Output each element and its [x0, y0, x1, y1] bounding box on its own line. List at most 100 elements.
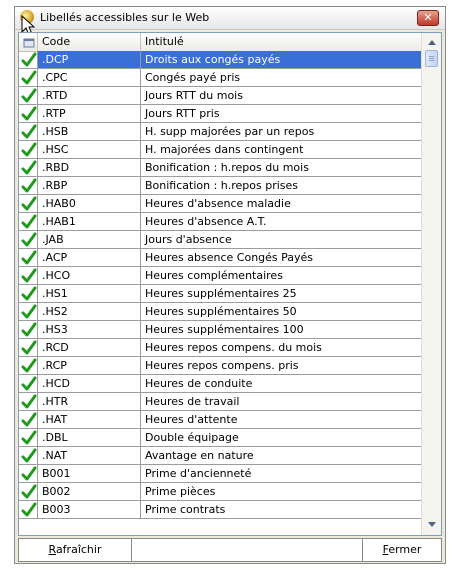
table-row[interactable]: .HAB1 Heures d'absence A.T. — [19, 213, 422, 231]
table-row[interactable]: .RBD Bonification : h.repos du mois — [19, 159, 422, 177]
cell-code: .DCP — [38, 51, 141, 69]
checkmark-icon — [21, 160, 37, 175]
checkmark-icon — [21, 214, 37, 229]
checkmark-icon — [21, 484, 37, 499]
checkmark-icon — [21, 448, 37, 463]
row-status-cell — [19, 267, 38, 285]
column-header-intitule[interactable]: Intitulé — [141, 33, 422, 51]
cell-intitule: Prime d'ancienneté — [141, 465, 422, 483]
row-status-cell — [19, 393, 38, 411]
table-row[interactable]: .RCD Heures repos compens. du mois — [19, 339, 422, 357]
table-row[interactable]: .CPC Congés payé pris — [19, 69, 422, 87]
table-row[interactable]: .HAT Heures d'attente — [19, 411, 422, 429]
cell-code: .ACP — [38, 249, 141, 267]
cell-intitule: Heures repos compens. du mois — [141, 339, 422, 357]
table-header-icon — [23, 38, 35, 48]
cell-intitule: Droits aux congés payés — [141, 51, 422, 69]
table-row[interactable]: .RCP Heures repos compens. pris — [19, 357, 422, 375]
table-row[interactable]: B001 Prime d'ancienneté — [19, 465, 422, 483]
checkmark-icon — [21, 466, 37, 481]
row-status-cell — [19, 375, 38, 393]
row-status-cell — [19, 105, 38, 123]
cell-intitule: Bonification : h.repos du mois — [141, 159, 422, 177]
row-status-cell — [19, 339, 38, 357]
cell-code: .HAT — [38, 411, 141, 429]
column-header-code[interactable]: Code — [38, 33, 141, 51]
table-row[interactable]: .HCD Heures de conduite — [19, 375, 422, 393]
close-button[interactable]: Fermer — [362, 538, 442, 562]
row-status-cell — [19, 483, 38, 501]
table-row[interactable]: .RTP Jours RTT pris — [19, 105, 422, 123]
table-row[interactable]: .HS2 Heures supplémentaires 50 — [19, 303, 422, 321]
row-status-cell — [19, 51, 38, 69]
window-title: Libellés accessibles sur le Web — [40, 11, 210, 24]
refresh-button[interactable]: Rafraîchir — [18, 538, 132, 562]
cell-code: .RTP — [38, 105, 141, 123]
table-row[interactable]: .JAB Jours d'absence — [19, 231, 422, 249]
cell-code: .HSC — [38, 141, 141, 159]
row-status-cell — [19, 447, 38, 465]
scroll-thumb[interactable] — [425, 50, 438, 67]
cell-intitule: Heures supplémentaires 25 — [141, 285, 422, 303]
row-status-cell — [19, 159, 38, 177]
checkmark-icon — [21, 196, 37, 211]
cell-code: B002 — [38, 483, 141, 501]
table-row[interactable]: .RTD Jours RTT du mois — [19, 87, 422, 105]
cell-intitule: Heures absence Congés Payés — [141, 249, 422, 267]
table-row[interactable]: .HSB H. supp majorées par un repos — [19, 123, 422, 141]
table-row[interactable]: .RBP Bonification : h.repos prises — [19, 177, 422, 195]
table-row[interactable]: .DBL Double équipage — [19, 429, 422, 447]
row-status-cell — [19, 123, 38, 141]
cell-intitule: Jours RTT du mois — [141, 87, 422, 105]
table-row[interactable]: .HAB0 Heures d'absence maladie — [19, 195, 422, 213]
table-row[interactable]: .DCP Droits aux congés payés — [19, 51, 422, 69]
title-bar[interactable]: Libellés accessibles sur le Web ✕ — [15, 7, 445, 30]
cell-code: .HS2 — [38, 303, 141, 321]
close-window-button[interactable]: ✕ — [417, 10, 439, 26]
cell-code: .DBL — [38, 429, 141, 447]
cell-intitule: Heures d'absence A.T. — [141, 213, 422, 231]
row-status-cell — [19, 321, 38, 339]
cell-intitule: Prime contrats — [141, 501, 422, 519]
cell-code: .CPC — [38, 69, 141, 87]
cell-intitule: Heures repos compens. pris — [141, 357, 422, 375]
cell-intitule: Heures d'absence maladie — [141, 195, 422, 213]
table-row[interactable]: .HS1 Heures supplémentaires 25 — [19, 285, 422, 303]
close-label: ermer — [388, 543, 422, 556]
checkmark-icon — [21, 286, 37, 301]
cell-intitule: Heures complémentaires — [141, 267, 422, 285]
vertical-scrollbar[interactable] — [421, 33, 441, 535]
cell-intitule: Heures de conduite — [141, 375, 422, 393]
button-bar-spacer — [132, 538, 362, 562]
cell-intitule: Jours d'absence — [141, 231, 422, 249]
row-status-cell — [19, 141, 38, 159]
table-row[interactable]: B002 Prime pièces — [19, 483, 422, 501]
cell-code: .HSB — [38, 123, 141, 141]
checkmark-icon — [21, 52, 37, 67]
cell-code: .HCD — [38, 375, 141, 393]
thumb-grip — [429, 60, 434, 61]
cell-intitule: Bonification : h.repos prises — [141, 177, 422, 195]
cell-code: .HAB0 — [38, 195, 141, 213]
table-row[interactable]: .HSC H. majorées dans contingent — [19, 141, 422, 159]
checkmark-icon — [21, 340, 37, 355]
checkmark-icon — [21, 394, 37, 409]
scroll-down-icon[interactable] — [428, 522, 436, 527]
table-row[interactable]: B003 Prime contrats — [19, 501, 422, 519]
table-row[interactable]: .HTR Heures de travail — [19, 393, 422, 411]
grid-rows: .DCP Droits aux congés payés .CPC Congés pa… — [19, 51, 422, 535]
thumb-grip — [429, 58, 434, 59]
table-row[interactable]: .HS3 Heures supplémentaires 100 — [19, 321, 422, 339]
table-row[interactable]: .HCO Heures complémentaires — [19, 267, 422, 285]
checkmark-icon — [21, 124, 37, 139]
table-row[interactable]: .NAT Avantage en nature — [19, 447, 422, 465]
row-status-cell — [19, 465, 38, 483]
cell-intitule: Heures de travail — [141, 393, 422, 411]
scroll-up-icon[interactable] — [428, 40, 436, 45]
cell-intitule: Heures supplémentaires 100 — [141, 321, 422, 339]
row-status-cell — [19, 177, 38, 195]
table-row[interactable]: .ACP Heures absence Congés Payés — [19, 249, 422, 267]
checkmark-icon — [21, 232, 37, 247]
refresh-label: afraîchir — [55, 543, 102, 556]
dialog-window: Libellés accessibles sur le Web ✕ Code I… — [14, 6, 446, 564]
